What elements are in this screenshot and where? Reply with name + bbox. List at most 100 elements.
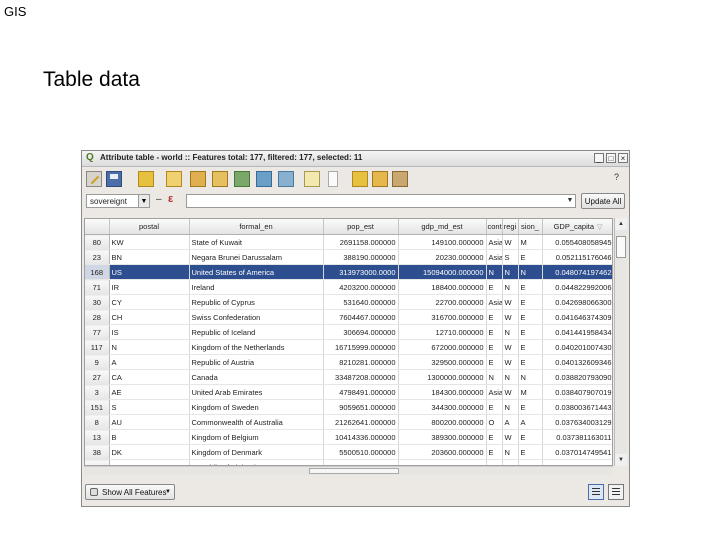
delete-column-icon[interactable] <box>372 171 388 187</box>
scroll-thumb[interactable] <box>309 468 399 474</box>
table-cell[interactable]: N <box>502 399 519 415</box>
table-cell[interactable]: N <box>518 264 543 280</box>
minimize-button[interactable]: _ <box>594 153 604 163</box>
window-titlebar[interactable]: Q Attribute table - world :: Features to… <box>82 151 629 167</box>
table-cell[interactable]: E <box>518 249 543 265</box>
table-cell[interactable]: Republic of Cyprus <box>189 294 324 310</box>
table-cell[interactable]: W <box>502 294 519 310</box>
table-cell[interactable]: 0.038407907019 <box>542 384 612 400</box>
table-row[interactable]: 168 US United States of America 313973000.0… <box>85 264 612 280</box>
table-cell[interactable]: 388190.000000 <box>323 249 399 265</box>
table-cell[interactable]: E <box>518 279 543 295</box>
table-cell[interactable]: US <box>109 264 190 280</box>
table-cell[interactable]: W <box>502 354 519 370</box>
table-cell[interactable]: Kingdom of Denmark <box>189 444 324 460</box>
row-number[interactable]: 38 <box>85 444 110 460</box>
table-cell[interactable]: Republic of Austria <box>189 354 324 370</box>
table-cell[interactable]: A <box>109 354 190 370</box>
table-row[interactable]: 30 CY Republic of Cyprus 531640.000000 22700… <box>85 294 612 310</box>
unselect-all-icon[interactable] <box>190 171 206 187</box>
table-cell[interactable]: 1300000.000000 <box>398 369 487 385</box>
table-cell[interactable]: E <box>486 324 503 340</box>
toggle-editing-icon[interactable] <box>86 171 102 187</box>
table-cell[interactable]: 188400.000000 <box>398 279 487 295</box>
table-cell[interactable]: 0.055408058945 <box>542 234 612 250</box>
table-cell[interactable]: 15094000.000000 <box>398 264 487 280</box>
table-cell[interactable]: 0.040201007430 <box>542 339 612 355</box>
help-icon[interactable]: ? <box>614 172 619 182</box>
table-cell[interactable]: Asia <box>486 384 503 400</box>
row-number[interactable]: 27 <box>85 369 110 385</box>
table-cell[interactable]: E <box>486 429 503 445</box>
table-cell[interactable]: O <box>486 414 503 430</box>
move-selection-to-top-icon[interactable] <box>212 171 228 187</box>
table-cell[interactable]: 203600.000000 <box>398 444 487 460</box>
table-cell[interactable]: E <box>486 399 503 415</box>
table-cell[interactable]: S <box>109 399 190 415</box>
table-cell[interactable]: N <box>502 324 519 340</box>
row-number[interactable]: 13 <box>85 429 110 445</box>
field-calculator-icon[interactable] <box>392 171 408 187</box>
table-cell[interactable]: 531640.000000 <box>323 294 399 310</box>
table-cell[interactable]: 4203200.000000 <box>323 279 399 295</box>
table-cell[interactable]: 2691158.000000 <box>323 234 399 250</box>
scroll-up-icon[interactable]: ▲ <box>615 218 627 230</box>
table-cell[interactable]: E <box>518 339 543 355</box>
table-cell[interactable]: Commonwealth of Australia <box>189 414 324 430</box>
table-cell[interactable]: 22700.000000 <box>398 294 487 310</box>
table-cell[interactable]: S <box>502 249 519 265</box>
table-cell[interactable]: W <box>502 234 519 250</box>
table-row[interactable]: 117 N Kingdom of the Netherlands 16715999.0… <box>85 339 612 355</box>
table-row[interactable]: 9 A Republic of Austria 8210281.000000 32950… <box>85 354 612 370</box>
table-cell[interactable]: Asia <box>486 234 503 250</box>
table-cell[interactable]: 0.037634003129 <box>542 414 612 430</box>
expression-builder-icon[interactable]: ε <box>168 193 173 205</box>
table-cell[interactable]: M <box>518 384 543 400</box>
column-header[interactable]: sion_ <box>518 219 543 235</box>
row-number[interactable]: 117 <box>85 339 110 355</box>
table-cell[interactable]: Kingdom of Sweden <box>189 399 324 415</box>
table-cell[interactable]: E <box>486 339 503 355</box>
table-cell[interactable]: B <box>109 429 190 445</box>
column-select[interactable]: sovereignt <box>86 194 144 208</box>
vertical-scrollbar[interactable]: ▲ ▼ <box>614 218 627 466</box>
table-cell[interactable]: 8210281.000000 <box>323 354 399 370</box>
table-cell[interactable]: W <box>502 384 519 400</box>
table-cell[interactable]: E <box>518 444 543 460</box>
column-header[interactable]: GDP_capita ▽ <box>542 219 612 235</box>
row-number[interactable]: 30 <box>85 294 110 310</box>
column-header[interactable]: conti <box>486 219 503 235</box>
table-cell[interactable]: 7604467.000000 <box>323 309 399 325</box>
table-row[interactable]: 38 DK Kingdom of Denmark 5500510.000000 2036… <box>85 444 612 460</box>
table-cell[interactable]: 33487208.000000 <box>323 369 399 385</box>
table-cell[interactable]: 149100.000000 <box>398 234 487 250</box>
table-cell[interactable]: Kingdom of the Netherlands <box>189 339 324 355</box>
table-cell[interactable]: 12710.000000 <box>398 324 487 340</box>
close-button[interactable]: × <box>618 153 628 163</box>
row-number[interactable]: 168 <box>85 264 110 280</box>
table-cell[interactable]: Canada <box>189 369 324 385</box>
table-cell[interactable]: 21262641.000000 <box>323 414 399 430</box>
table-cell[interactable]: N <box>486 369 503 385</box>
row-number[interactable]: 151 <box>85 399 110 415</box>
table-cell[interactable]: Asia <box>486 249 503 265</box>
table-cell[interactable]: DK <box>109 444 190 460</box>
chevron-down-icon[interactable]: ▼ <box>564 194 576 208</box>
table-cell[interactable]: 0.038820793090 <box>542 369 612 385</box>
table-cell[interactable]: Asia <box>486 294 503 310</box>
save-edits-icon[interactable] <box>106 171 122 187</box>
maximize-button[interactable]: □ <box>606 153 616 163</box>
row-number[interactable]: 77 <box>85 324 110 340</box>
table-cell[interactable]: AE <box>109 384 190 400</box>
table-cell[interactable]: N <box>502 444 519 460</box>
horizontal-scrollbar[interactable] <box>84 466 613 475</box>
table-cell[interactable]: 9059651.000000 <box>323 399 399 415</box>
table-cell[interactable]: E <box>486 444 503 460</box>
table-cell[interactable]: 0.044822992006 <box>542 279 612 295</box>
paste-icon[interactable] <box>328 171 338 187</box>
table-cell[interactable]: 10414336.000000 <box>323 429 399 445</box>
table-cell[interactable]: State of Kuwait <box>189 234 324 250</box>
table-cell[interactable]: BN <box>109 249 190 265</box>
table-cell[interactable]: 0.041646374309 <box>542 309 612 325</box>
update-all-button[interactable]: Update All <box>581 193 625 209</box>
